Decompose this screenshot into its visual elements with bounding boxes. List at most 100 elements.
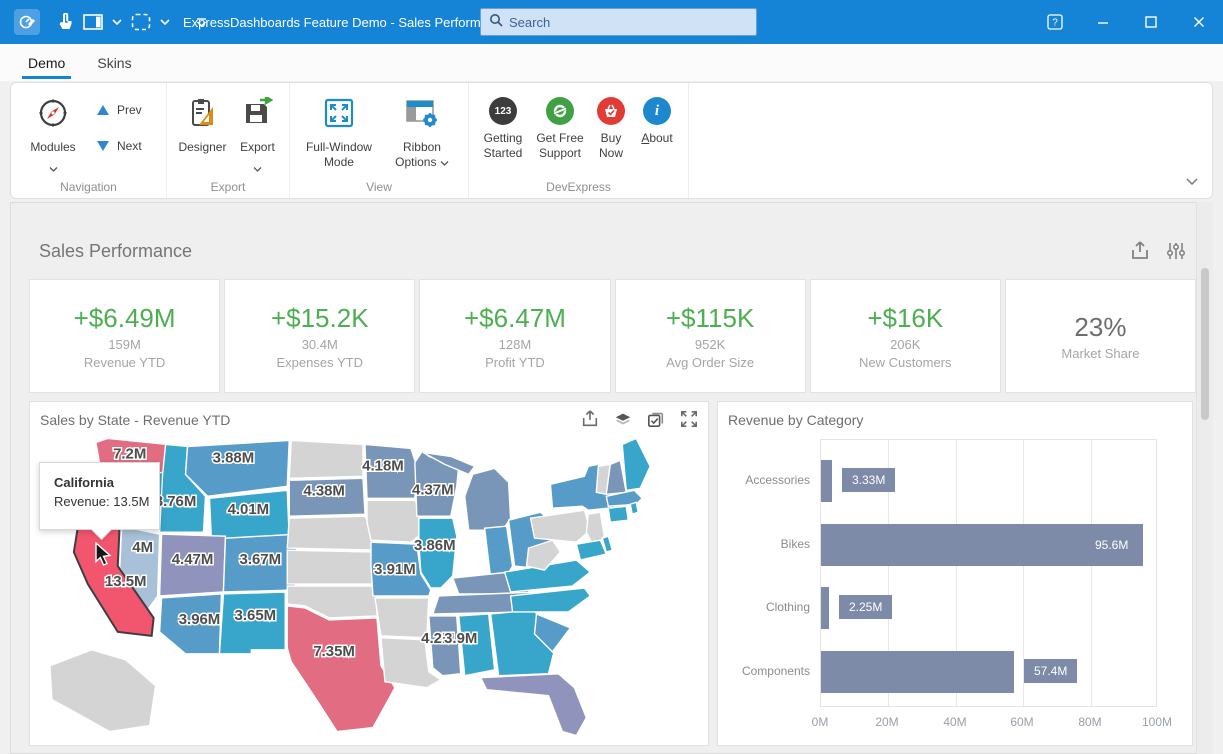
export-button[interactable]: Export	[232, 91, 283, 177]
kpi-value: +$115K	[666, 303, 754, 334]
maximize-button[interactable]	[1127, 0, 1175, 44]
kpi-card-revenue[interactable]: +$6.49M 159M Revenue YTD	[29, 279, 220, 393]
kpi-value: +$15.2K	[271, 303, 369, 334]
kpi-label: New Customers	[859, 355, 951, 370]
map-panel-title: Sales by State - Revenue YTD	[40, 412, 230, 428]
tab-demo[interactable]: Demo	[12, 44, 81, 81]
bar-components[interactable]	[821, 651, 1014, 693]
vertical-scrollbar[interactable]	[1196, 202, 1213, 754]
state-ND[interactable]	[289, 440, 363, 478]
category-label: Components	[718, 664, 810, 678]
state-value-label: 3.88M	[213, 449, 255, 466]
map-tooltip: California Revenue: 13.5M	[39, 462, 160, 530]
designer-button[interactable]: Designer	[173, 91, 232, 173]
state-AK[interactable]	[50, 650, 156, 732]
kpi-card-row: +$6.49M 159M Revenue YTD +$15.2K 30.4M E…	[29, 279, 1196, 393]
multi-select-icon[interactable]	[647, 410, 665, 433]
get-free-support-button[interactable]: Get Free Support	[531, 91, 589, 173]
modules-button[interactable]: Modules	[17, 91, 89, 177]
kpi-label: Avg Order Size	[666, 355, 754, 370]
kpi-label: Expenses YTD	[277, 355, 363, 370]
touch-mode-icon[interactable]	[56, 13, 74, 31]
state-IA[interactable]	[367, 500, 421, 542]
x-axis-tick-label: 0M	[812, 715, 829, 729]
kpi-value: +$6.47M	[464, 303, 566, 334]
app-logo-icon[interactable]	[14, 9, 40, 35]
title-bar: ExpressDashboards Feature Demo - Sales P…	[0, 0, 1223, 44]
scrollbar-thumb[interactable]	[1201, 268, 1209, 420]
state-KS[interactable]	[287, 550, 377, 584]
tooltip-state-name: California	[54, 475, 159, 490]
search-box[interactable]	[480, 8, 757, 36]
kpi-value: +$6.49M	[74, 303, 176, 334]
state-value-label: 7.35M	[313, 643, 355, 660]
kpi-subvalue: 159M	[108, 337, 141, 352]
kpi-subvalue: 128M	[499, 337, 532, 352]
kpi-card-new-customers[interactable]: +$16K 206K New Customers	[810, 279, 1001, 393]
bar-clothing[interactable]	[821, 587, 829, 629]
state-RI[interactable]	[630, 502, 638, 514]
state-NE[interactable]	[287, 516, 375, 550]
help-button[interactable]: ?	[1031, 0, 1079, 44]
group-caption: Navigation	[11, 180, 166, 194]
search-input[interactable]	[509, 15, 709, 30]
search-icon	[489, 13, 503, 32]
state-value-label: 3.9M	[444, 630, 477, 647]
category-label: Clothing	[718, 600, 810, 614]
kpi-subvalue: 206K	[890, 337, 920, 352]
state-value-label: 3.96M	[179, 611, 221, 628]
tab-skins[interactable]: Skins	[81, 44, 147, 81]
info-icon: i	[643, 97, 671, 125]
bar-chart-plot-area: 3.33M95.6M2.25M57.4M	[820, 439, 1157, 707]
state-value-label: 4.01M	[228, 501, 270, 518]
bar-value-label: 95.6M	[1095, 538, 1128, 552]
state-value-label: 4.18M	[362, 457, 404, 474]
export-dashboard-icon[interactable]	[1130, 241, 1150, 266]
support-icon	[546, 97, 574, 125]
buy-now-button[interactable]: Buy Now	[589, 91, 633, 173]
compass-icon	[37, 97, 69, 134]
ribbon-group-export: Designer Export Export	[167, 83, 290, 198]
reading-mode-icon[interactable]	[83, 14, 103, 30]
kpi-card-expenses[interactable]: +$15.2K 30.4M Expenses YTD	[224, 279, 415, 393]
chevron-down-icon[interactable]	[160, 19, 170, 25]
tooltip-value: Revenue: 13.5M	[54, 494, 159, 509]
x-axis-tick-label: 20M	[875, 715, 898, 729]
state-value-label: 7.2M	[113, 445, 146, 462]
x-axis-tick-label: 60M	[1010, 715, 1033, 729]
next-button[interactable]: Next	[97, 139, 142, 153]
designer-icon	[186, 97, 218, 134]
export-map-icon[interactable]	[581, 410, 599, 433]
bar-accessories[interactable]	[821, 460, 832, 502]
full-window-mode-button[interactable]: Full-Window Mode	[296, 91, 382, 173]
selection-mode-icon[interactable]	[131, 13, 151, 31]
state-value-label: 4.47M	[172, 551, 214, 568]
state-MD[interactable]	[576, 540, 606, 560]
kpi-label: Profit YTD	[485, 355, 545, 370]
state-CT[interactable]	[608, 506, 628, 522]
kpi-card-market-share[interactable]: 23% Market Share	[1005, 279, 1196, 393]
kpi-card-profit[interactable]: +$6.47M 128M Profit YTD	[419, 279, 610, 393]
state-value-label: 3.76M	[155, 493, 197, 510]
chevron-down-icon	[253, 159, 262, 177]
state-value-label: 3.65M	[235, 607, 277, 624]
kpi-subvalue: 952K	[695, 337, 725, 352]
minimize-button[interactable]	[1079, 0, 1127, 44]
prev-button[interactable]: Prev	[97, 103, 142, 117]
layers-icon[interactable]	[614, 410, 632, 433]
state-FL[interactable]	[481, 674, 587, 736]
close-button[interactable]	[1175, 0, 1223, 44]
getting-started-button[interactable]: 123 Getting Started	[475, 91, 531, 173]
x-axis-tick-label: 40M	[943, 715, 966, 729]
about-button[interactable]: i About	[633, 91, 681, 173]
kpi-card-avg-order[interactable]: +$115K 952K Avg Order Size	[615, 279, 806, 393]
ribbon-options-button[interactable]: Ribbon Options	[382, 91, 462, 173]
category-label: Bikes	[718, 537, 810, 551]
chevron-down-icon[interactable]	[112, 19, 122, 25]
maximize-item-icon[interactable]	[680, 410, 698, 433]
ribbon-group-view: Full-Window Mode Ribbon Options View	[290, 83, 469, 198]
dashboard-parameters-icon[interactable]	[1166, 241, 1186, 266]
collapse-ribbon-icon[interactable]	[1186, 172, 1198, 190]
export-save-icon	[241, 97, 273, 134]
state-ME[interactable]	[622, 438, 650, 490]
